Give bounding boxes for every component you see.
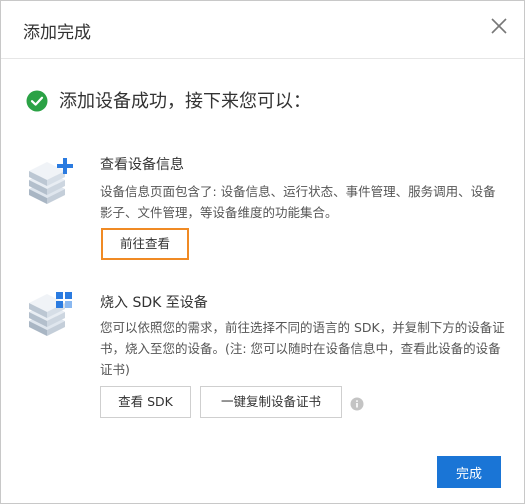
success-message: 添加设备成功，接下来您可以： (59, 91, 311, 112)
dialog-header: 添加完成 (1, 1, 524, 59)
copy-certificate-button[interactable]: 一键复制设备证书 (200, 386, 342, 418)
view-sdk-button[interactable]: 查看 SDK (100, 386, 191, 418)
info-icon[interactable] (350, 396, 364, 411)
go-view-button[interactable]: 前往查看 (101, 228, 189, 260)
section-title-device-info: 查看设备信息 (100, 157, 184, 173)
server-plus-icon (25, 156, 75, 206)
done-button[interactable]: 完成 (437, 456, 501, 488)
section-title-sdk: 烧入 SDK 至设备 (100, 295, 208, 311)
close-icon[interactable] (488, 15, 510, 37)
check-circle-icon (26, 90, 48, 112)
add-complete-dialog: 添加完成 添加设备成功，接下来您可以： 查看设备信息 设备信息页面包含了: 设备… (0, 0, 525, 504)
section-desc-device-info: 设备信息页面包含了: 设备信息、运行状态、事件管理、服务调用、设备影子、文件管理… (100, 184, 496, 220)
section-desc-sdk: 您可以依照您的需求，前往选择不同的语言的 SDK，并复制下方的设备证书，烧入至您… (100, 320, 505, 377)
server-grid-icon (25, 288, 75, 338)
dialog-title: 添加完成 (23, 23, 91, 43)
